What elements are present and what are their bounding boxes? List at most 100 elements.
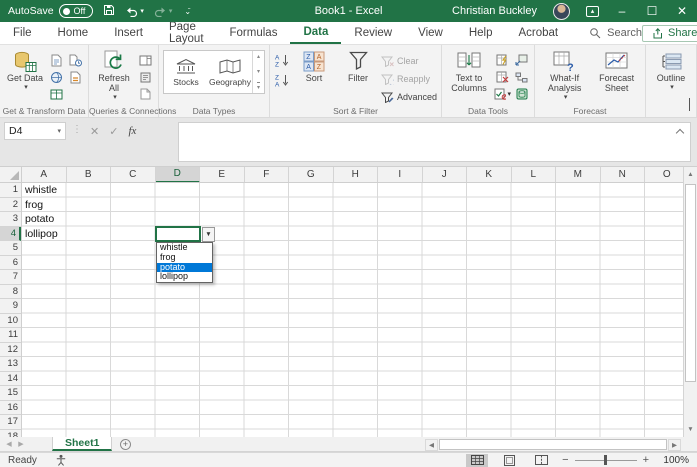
sheet-nav-next-icon[interactable]: ▶ [12, 437, 30, 451]
row-header-2[interactable]: 2 [0, 198, 21, 212]
scroll-up-icon[interactable]: ▲ [684, 167, 697, 182]
row-header-6[interactable]: 6 [0, 256, 21, 270]
save-button[interactable] [103, 4, 115, 19]
tab-help[interactable]: Help [456, 22, 506, 44]
customize-quick-access-button[interactable]: ⌄̄ [182, 7, 191, 16]
filter-button[interactable]: Filter [337, 48, 379, 84]
row-header-7[interactable]: 7 [0, 270, 21, 285]
tab-insert[interactable]: Insert [101, 22, 156, 44]
cell-A2[interactable]: frog [25, 199, 43, 212]
row-header-17[interactable]: 17 [0, 415, 21, 430]
close-button[interactable]: ✕ [675, 4, 689, 18]
sort-ascending-button[interactable]: AZ [274, 53, 291, 67]
row-header-11[interactable]: 11 [0, 328, 21, 343]
account-name[interactable]: Christian Buckley [452, 5, 537, 17]
tab-view[interactable]: View [405, 22, 456, 44]
consolidate-button[interactable] [513, 53, 530, 67]
advanced-filter-button[interactable]: Advanced [381, 90, 437, 104]
tab-file[interactable]: File [0, 22, 45, 44]
cells-layer[interactable]: ▼ whistle frog potato lollipop whistle frog p… [22, 183, 683, 437]
outline-button[interactable]: Outline ▾ [650, 48, 692, 94]
row-header-10[interactable]: 10 [0, 314, 21, 328]
row-header-5[interactable]: 5 [0, 241, 21, 256]
zoom-slider[interactable] [574, 455, 637, 465]
dropdown-item-frog[interactable]: frog [157, 253, 212, 263]
gallery-scroll[interactable]: ▴ ▾ ▾ [252, 51, 264, 93]
sort-descending-button[interactable]: ZA [274, 73, 291, 87]
collapse-ribbon-button[interactable] [689, 98, 690, 111]
row-header-13[interactable]: 13 [0, 357, 21, 372]
data-validation-button[interactable]: ▾ [494, 87, 511, 101]
tab-data[interactable]: Data [290, 22, 342, 44]
recent-sources-button[interactable] [67, 53, 84, 67]
active-cell-D4[interactable] [155, 226, 201, 242]
dropdown-item-lollipop[interactable]: lollipop [157, 272, 212, 282]
sort-button[interactable]: ZAAZ Sort [293, 48, 335, 84]
horizontal-scroll-thumb[interactable] [439, 439, 667, 450]
tab-page-layout[interactable]: Page Layout [156, 21, 217, 45]
get-data-button[interactable]: Get Data ▾ [4, 48, 46, 94]
column-header-N[interactable]: N [601, 167, 645, 182]
row-header-16[interactable]: 16 [0, 401, 21, 415]
row-header-4[interactable]: 4 [0, 226, 21, 241]
column-header-L[interactable]: L [512, 167, 556, 182]
column-header-A[interactable]: A [22, 167, 67, 182]
tab-formulas[interactable]: Formulas [217, 22, 291, 44]
vertical-scroll-thumb[interactable] [685, 184, 696, 382]
forecast-sheet-button[interactable]: Forecast Sheet [592, 48, 641, 94]
row-header-8[interactable]: 8 [0, 285, 21, 299]
page-layout-view-button[interactable] [498, 454, 520, 467]
from-web-button[interactable] [48, 70, 65, 84]
dropdown-item-potato[interactable]: potato [157, 262, 212, 273]
insert-function-button[interactable]: fx [128, 125, 136, 137]
scroll-right-icon[interactable]: ▶ [668, 438, 681, 451]
column-header-C[interactable]: C [111, 167, 156, 182]
cell-A3[interactable]: potato [25, 213, 54, 226]
scroll-left-icon[interactable]: ◀ [425, 438, 438, 451]
geography-button[interactable]: Geography [208, 51, 252, 93]
undo-button[interactable]: ▾ [125, 6, 144, 17]
remove-duplicates-button[interactable] [494, 70, 511, 84]
cell-A4[interactable]: lollipop [25, 228, 58, 241]
validation-dropdown-button[interactable]: ▼ [202, 227, 215, 242]
row-header-1[interactable]: 1 [0, 183, 21, 198]
column-header-M[interactable]: M [556, 167, 601, 182]
accessibility-checker-button[interactable] [55, 454, 67, 466]
refresh-all-button[interactable]: Refresh All ▾ [93, 48, 135, 104]
share-button[interactable]: Share [641, 24, 697, 42]
column-header-F[interactable]: F [245, 167, 289, 182]
name-box[interactable]: D4 ▾ [4, 122, 66, 140]
from-table-range-button[interactable] [48, 87, 65, 101]
ribbon-display-options-icon[interactable]: ▴ [586, 5, 599, 17]
normal-view-button[interactable] [466, 453, 489, 467]
vertical-scrollbar[interactable]: ▲ ▼ [683, 167, 697, 437]
search-box[interactable]: Search [589, 27, 642, 39]
row-header-12[interactable]: 12 [0, 343, 21, 357]
zoom-in-button[interactable]: + [643, 454, 649, 466]
queries-connections-button[interactable] [137, 53, 154, 67]
flash-fill-button[interactable] [494, 53, 511, 67]
stocks-button[interactable]: Stocks [164, 51, 208, 93]
column-header-K[interactable]: K [467, 167, 512, 182]
column-header-O[interactable]: O [645, 167, 683, 182]
tab-acrobat[interactable]: Acrobat [505, 22, 571, 44]
tab-review[interactable]: Review [341, 22, 405, 44]
zoom-out-button[interactable]: − [562, 454, 568, 466]
row-header-18[interactable]: 18 [0, 430, 21, 438]
column-header-I[interactable]: I [378, 167, 423, 182]
autosave-toggle[interactable]: AutoSave Off [8, 4, 94, 18]
column-header-H[interactable]: H [334, 167, 378, 182]
row-header-3[interactable]: 3 [0, 212, 21, 227]
existing-connections-button[interactable] [67, 70, 84, 84]
page-break-preview-button[interactable] [530, 454, 552, 467]
collapse-formula-bar-icon[interactable] [675, 128, 685, 138]
zoom-slider-thumb[interactable] [603, 455, 608, 465]
minimize-button[interactable]: – [615, 4, 629, 18]
relationships-button[interactable] [513, 70, 530, 84]
horizontal-scrollbar[interactable]: ◀ ▶ [425, 438, 695, 451]
column-header-E[interactable]: E [200, 167, 245, 182]
select-all-corner[interactable] [0, 167, 22, 183]
scroll-down-icon[interactable]: ▼ [684, 422, 697, 437]
what-if-analysis-button[interactable]: ? What-If Analysis ▾ [539, 48, 590, 104]
row-header-15[interactable]: 15 [0, 386, 21, 401]
